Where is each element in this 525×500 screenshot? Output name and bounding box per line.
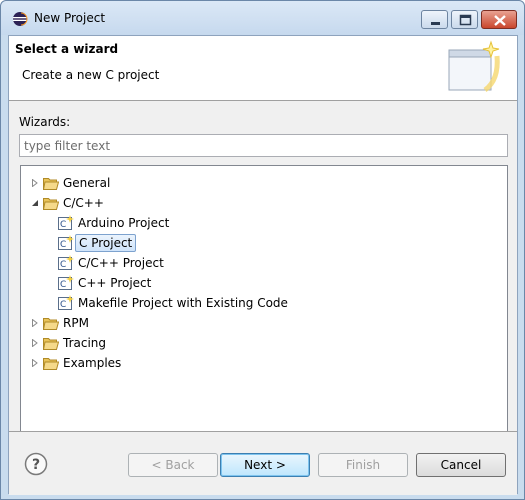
tree-label-selected: C Project [75,234,137,252]
tree-label: C/C++ [63,196,104,210]
wizard-header: Select a wizard Create a new C project [9,36,517,100]
chevron-right-icon[interactable] [31,179,39,187]
chevron-right-icon[interactable] [31,339,39,347]
svg-text:C: C [60,220,66,230]
tree-label: RPM [63,316,89,330]
folder-icon [43,178,59,190]
c-project-icon: C [58,255,74,270]
maximize-icon [459,14,472,26]
tree-item-c-cpp-project[interactable]: C C/C++ Project [21,253,507,273]
tree-item-examples[interactable]: Examples [21,353,507,373]
folder-icon [43,358,59,370]
new-wizard-banner-icon [448,40,500,93]
folder-open-icon [43,198,59,210]
tree-label: Arduino Project [78,216,170,230]
tree-item-makefile-project[interactable]: C Makefile Project with Existing Code [21,293,507,313]
cpp-project-icon: C [58,275,74,290]
folder-icon [43,338,59,350]
tree-item-tracing[interactable]: Tracing [21,333,507,353]
tree-label: Tracing [63,336,107,350]
wizard-tree[interactable]: General C/C++ C Arduino Project C C Proj… [20,165,508,435]
wizard-body: Wizards: General C/C++ C Ardu [9,101,517,435]
tree-item-cpp-project[interactable]: C C++ Project [21,273,507,293]
c-project-icon: C [58,235,74,250]
c-project-icon: C [58,215,74,230]
tree-label: C++ Project [78,276,152,290]
svg-text:C: C [60,280,66,290]
tree-item-general[interactable]: General [21,173,507,193]
wizards-label: Wizards: [19,115,71,129]
close-icon [494,15,506,26]
svg-text:C: C [60,300,66,310]
tree-label: Makefile Project with Existing Code [78,296,288,310]
tree-item-rpm[interactable]: RPM [21,313,507,333]
next-button[interactable]: Next > [220,453,310,477]
button-bar: ? < Back Next > Finish Cancel [9,432,517,495]
tree-label: C/C++ Project [78,256,164,270]
minimize-button[interactable] [421,10,448,29]
svg-text:C: C [60,260,66,270]
tree-item-cpp[interactable]: C/C++ [21,193,507,213]
dialog-content: Select a wizard Create a new C project W… [8,35,518,495]
tree-item-c-project[interactable]: C C Project [21,233,507,253]
filter-input[interactable] [19,134,508,157]
tree-label: Examples [63,356,122,370]
minimize-icon [431,22,440,25]
help-icon[interactable]: ? [24,452,48,476]
finish-button[interactable]: Finish [318,453,408,477]
chevron-right-icon[interactable] [31,319,39,327]
close-button[interactable] [481,10,517,29]
title-bar[interactable]: New Project [1,1,524,35]
new-project-dialog: New Project Select a wizard Create a new… [0,0,525,500]
chevron-down-icon[interactable] [31,199,39,207]
svg-text:?: ? [32,457,40,473]
tree-item-arduino-project[interactable]: C Arduino Project [21,213,507,233]
eclipse-icon [13,12,28,26]
c-project-icon: C [58,295,74,310]
folder-icon [43,318,59,330]
maximize-button[interactable] [451,10,478,29]
cancel-button[interactable]: Cancel [416,453,506,477]
window-title: New Project [34,11,106,25]
svg-text:C: C [60,240,66,250]
chevron-right-icon[interactable] [31,359,39,367]
back-button[interactable]: < Back [128,453,218,477]
page-description: Create a new C project [22,68,160,82]
page-title: Select a wizard [15,42,119,56]
tree-label: General [63,176,111,190]
